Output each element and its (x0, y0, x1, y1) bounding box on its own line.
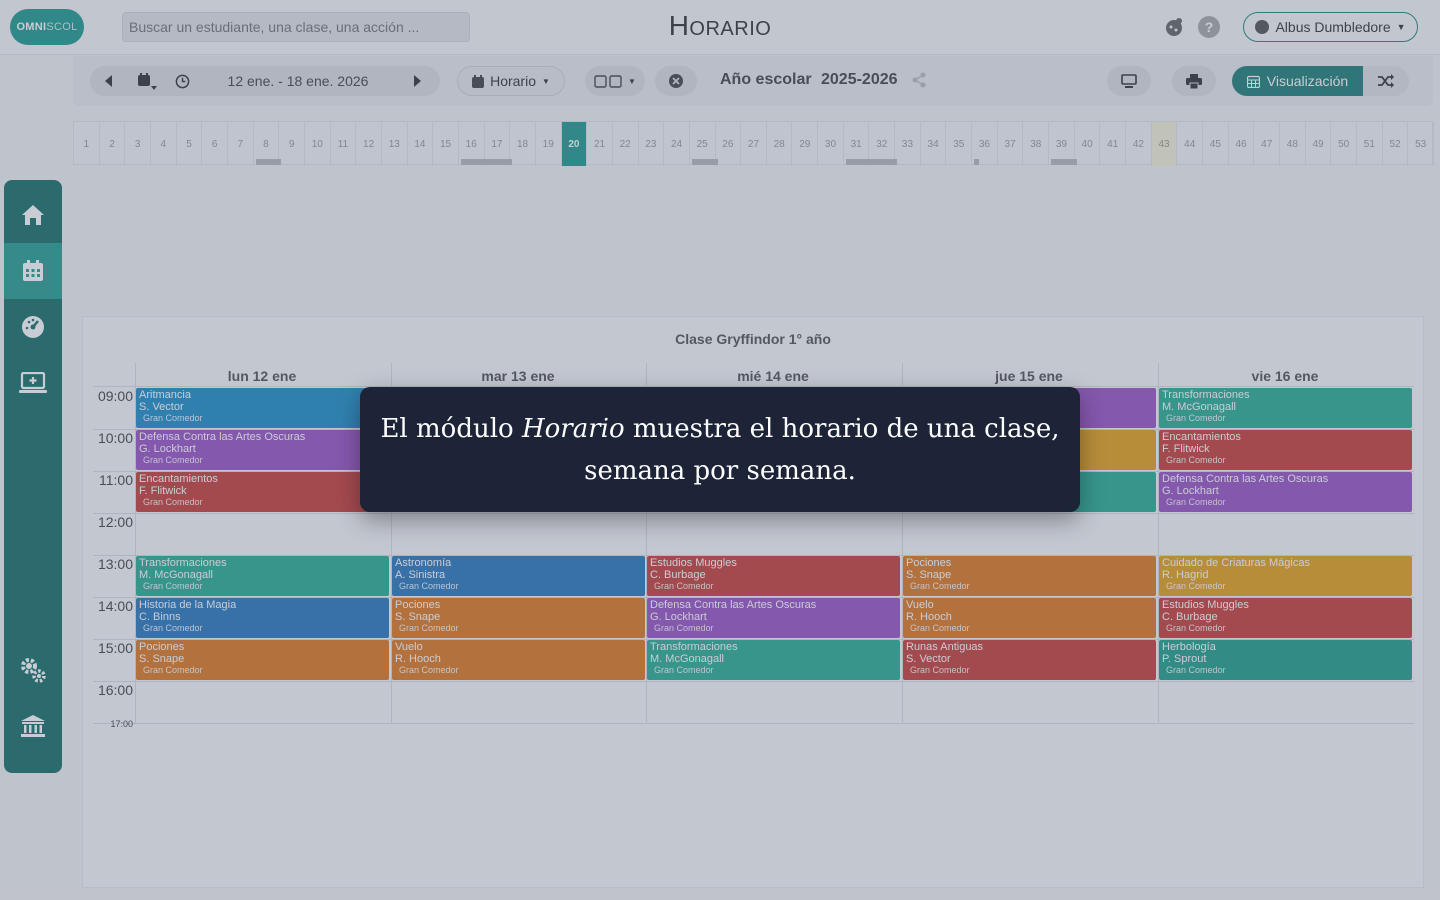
tooltip-module-name: Horario (521, 414, 625, 444)
tooltip-text-prefix: El módulo (380, 414, 522, 444)
tour-tooltip: El módulo Horario muestra el horario de … (360, 387, 1080, 512)
tooltip-text-suffix: muestra el horario de una clase, semana … (584, 414, 1060, 486)
